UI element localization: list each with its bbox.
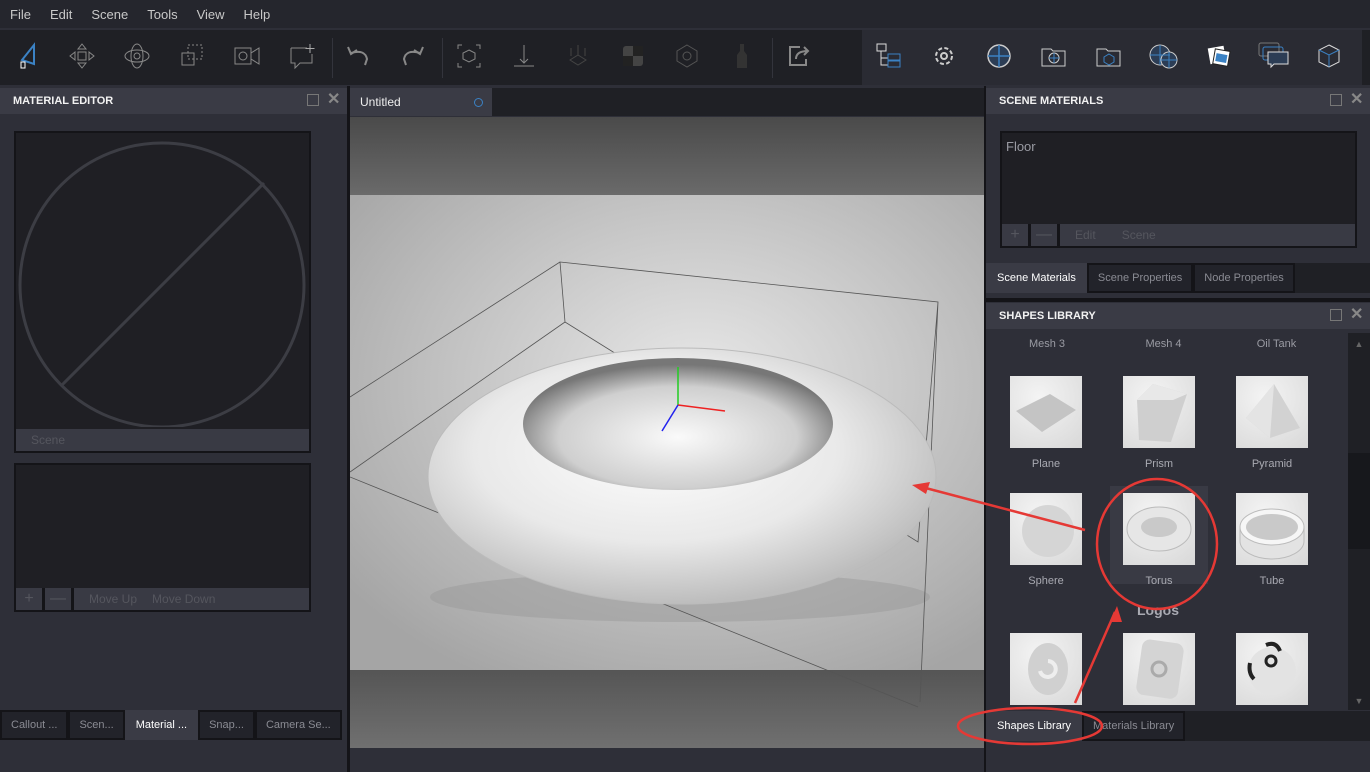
camera-folder-icon[interactable] bbox=[1036, 38, 1072, 74]
explode-icon bbox=[560, 38, 596, 74]
environment-icon[interactable] bbox=[981, 38, 1017, 74]
add-material-button[interactable]: + bbox=[1002, 224, 1031, 246]
close-icon[interactable]: ✕ bbox=[327, 92, 341, 108]
preview-scene-label: Scene bbox=[16, 429, 309, 451]
material-item-floor[interactable]: Floor bbox=[1002, 133, 1355, 160]
maximize-icon[interactable] bbox=[1330, 309, 1342, 321]
panel-title: MATERIAL EDITOR bbox=[13, 95, 114, 107]
redo-icon[interactable] bbox=[395, 38, 431, 74]
close-icon[interactable]: ✕ bbox=[1350, 92, 1364, 108]
unsaved-indicator-icon bbox=[474, 98, 483, 107]
camera-video-icon[interactable] bbox=[229, 38, 265, 74]
scroll-up-icon[interactable]: ▲ bbox=[1348, 339, 1370, 349]
export-icon[interactable] bbox=[781, 38, 817, 74]
shape-plane[interactable]: Plane bbox=[1010, 376, 1082, 470]
material-editor-panel: MATERIAL EDITOR ✕ Scene + — Move Up Move… bbox=[0, 88, 347, 748]
model-folder-icon[interactable] bbox=[1091, 38, 1127, 74]
panel-header: MATERIAL EDITOR ✕ bbox=[0, 88, 347, 114]
remove-layer-button[interactable]: — bbox=[45, 588, 74, 610]
section-logos: Logos bbox=[1137, 602, 1179, 618]
remove-material-button[interactable]: — bbox=[1031, 224, 1060, 246]
environments-icon[interactable] bbox=[1146, 38, 1182, 74]
tab-material[interactable]: Material ... bbox=[124, 710, 199, 740]
shape-sphere[interactable]: Sphere bbox=[1010, 493, 1082, 587]
scene-tree-icon[interactable] bbox=[871, 38, 907, 74]
no-material-icon bbox=[18, 141, 306, 427]
menu-help[interactable]: Help bbox=[244, 7, 271, 22]
tab-shapes-library[interactable]: Shapes Library bbox=[986, 711, 1082, 741]
toolbar-right bbox=[862, 30, 1362, 85]
material-preview: Scene bbox=[14, 131, 311, 453]
frame-selection-icon[interactable] bbox=[451, 38, 487, 74]
maximize-icon[interactable] bbox=[1330, 94, 1342, 106]
tab-node-properties[interactable]: Node Properties bbox=[1193, 263, 1295, 293]
menu-file[interactable]: File bbox=[10, 7, 31, 22]
move-up-button[interactable]: Move Up bbox=[89, 592, 137, 606]
select-icon[interactable] bbox=[10, 38, 46, 74]
scrollbar[interactable]: ▲ ▼ bbox=[1348, 333, 1370, 710]
scene-render bbox=[350, 195, 984, 708]
move-icon[interactable] bbox=[64, 38, 100, 74]
tab-scene-properties[interactable]: Scene Properties bbox=[1086, 263, 1194, 293]
menu-scene[interactable]: Scene bbox=[91, 7, 128, 22]
tab-camera-settings[interactable]: Camera Se... bbox=[254, 710, 342, 740]
close-icon[interactable]: ✕ bbox=[1350, 307, 1364, 323]
scene-materials-panel: SCENE MATERIALS ✕ Floor + — Edit Scene S… bbox=[986, 88, 1370, 298]
shape-pyramid[interactable]: Pyramid bbox=[1236, 376, 1308, 470]
tab-untitled[interactable]: Untitled bbox=[350, 88, 492, 116]
panel-title: SHAPES LIBRARY bbox=[999, 310, 1096, 322]
shape-tube[interactable]: Tube bbox=[1236, 493, 1308, 587]
bottle-icon bbox=[724, 38, 760, 74]
undo-icon[interactable] bbox=[340, 38, 376, 74]
cube-icon[interactable] bbox=[1311, 38, 1347, 74]
document-tabs: Untitled bbox=[350, 88, 984, 116]
menu-edit[interactable]: Edit bbox=[50, 7, 72, 22]
material-layers-list[interactable]: + — Move Up Move Down bbox=[14, 463, 311, 612]
menu-view[interactable]: View bbox=[197, 7, 225, 22]
shape-label-oil-tank[interactable]: Oil Tank bbox=[1220, 338, 1333, 350]
shape-torus[interactable]: Torus bbox=[1123, 493, 1195, 587]
shape-logo-swirl[interactable] bbox=[1010, 633, 1082, 705]
panel-title: SCENE MATERIALS bbox=[999, 95, 1104, 107]
right-bottom-tabs: Shapes Library Materials Library bbox=[986, 711, 1370, 741]
add-layer-button[interactable]: + bbox=[16, 588, 45, 610]
move-down-button[interactable]: Move Down bbox=[152, 592, 215, 606]
settings-icon[interactable] bbox=[926, 38, 962, 74]
drop-to-floor-icon[interactable] bbox=[506, 38, 542, 74]
panel-header: SCENE MATERIALS ✕ bbox=[986, 88, 1370, 114]
shape-prism[interactable]: Prism bbox=[1123, 376, 1195, 470]
shapes-grid: Mesh 3 Mesh 4 Oil Tank Plane Prism Pyram… bbox=[987, 333, 1348, 710]
panel-header: SHAPES LIBRARY ✕ bbox=[986, 303, 1370, 329]
tab-title: Untitled bbox=[360, 95, 401, 109]
left-tabs: Callout ... Scen... Material ... Snap...… bbox=[0, 710, 342, 740]
pivot-icon bbox=[669, 38, 705, 74]
scene-button[interactable]: Scene bbox=[1122, 228, 1156, 242]
orbit-icon[interactable] bbox=[119, 38, 155, 74]
add-callout-icon[interactable] bbox=[284, 38, 320, 74]
shape-label-mesh3[interactable]: Mesh 3 bbox=[987, 338, 1107, 350]
tab-scene[interactable]: Scen... bbox=[68, 710, 125, 740]
tab-callout[interactable]: Callout ... bbox=[0, 710, 69, 740]
scroll-down-icon[interactable]: ▼ bbox=[1348, 696, 1370, 706]
callouts-icon[interactable] bbox=[1256, 38, 1292, 74]
shape-label-mesh4[interactable]: Mesh 4 bbox=[1107, 338, 1220, 350]
menu-tools[interactable]: Tools bbox=[147, 7, 177, 22]
right-top-tabs: Scene Materials Scene Properties Node Pr… bbox=[986, 263, 1370, 293]
shapes-library-panel: SHAPES LIBRARY ✕ Mesh 3 Mesh 4 Oil Tank … bbox=[986, 303, 1370, 772]
edit-button[interactable]: Edit bbox=[1075, 228, 1096, 242]
scale-icon[interactable] bbox=[174, 38, 210, 74]
tab-snapshots[interactable]: Snap... bbox=[198, 710, 255, 740]
tab-scene-materials[interactable]: Scene Materials bbox=[986, 263, 1087, 293]
shape-logo-owl[interactable] bbox=[1236, 633, 1308, 705]
tab-materials-library[interactable]: Materials Library bbox=[1082, 711, 1186, 741]
shape-logo-tile[interactable] bbox=[1123, 633, 1195, 705]
scrollbar-thumb[interactable] bbox=[1348, 453, 1370, 549]
menu-bar: File Edit Scene Tools View Help bbox=[0, 0, 1370, 28]
checker-icon bbox=[615, 38, 651, 74]
images-icon[interactable] bbox=[1201, 38, 1237, 74]
maximize-icon[interactable] bbox=[307, 94, 319, 106]
3d-viewport[interactable] bbox=[350, 117, 984, 748]
scene-materials-list: Floor + — Edit Scene bbox=[1000, 131, 1357, 248]
